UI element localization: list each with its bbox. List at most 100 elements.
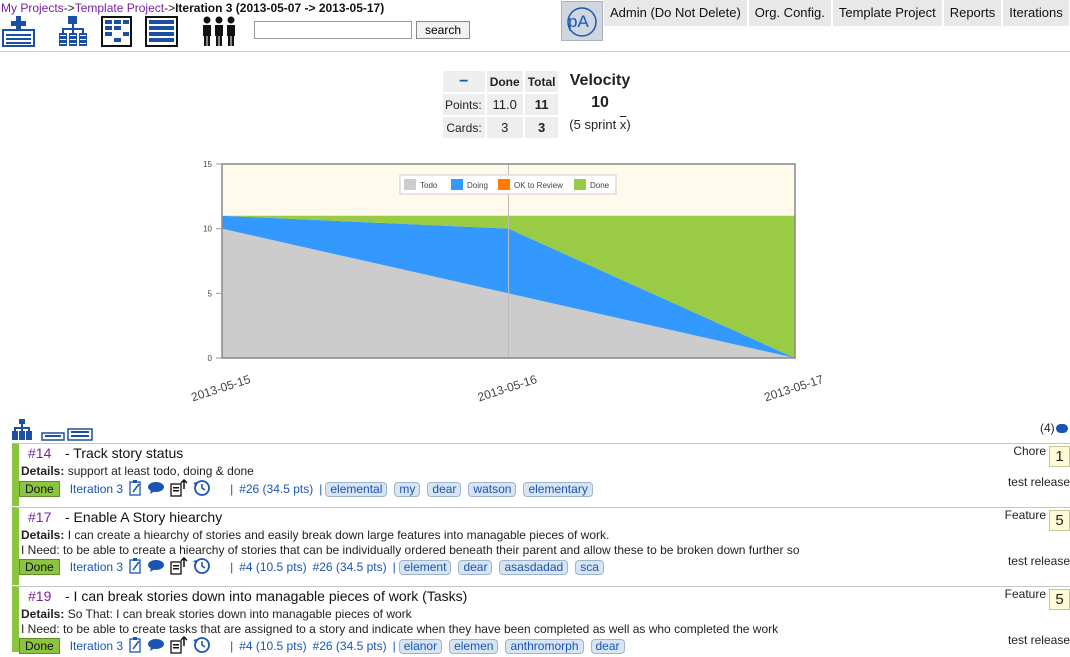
story-action-row: Done Iteration 3 | #4 (10.5 pts) #26 (34.5 p… [19,635,632,657]
y-tick-label: 0 [208,354,213,363]
x-tick-label: 2013-05-17 [762,372,825,404]
hierarchy-icon[interactable] [58,15,88,47]
list-view-icons [12,418,94,445]
story-need: I Need: to be able to create a hiearchy … [21,543,800,557]
iteration-link[interactable]: Iteration 3 [70,482,123,496]
hierarchy-view-icon[interactable] [12,419,32,440]
tag[interactable]: elemen [449,638,499,654]
story-points[interactable]: 5 [1049,510,1070,531]
nav-tab-reports[interactable]: Reports [941,0,1002,26]
comment-count[interactable]: (4) [1040,421,1068,435]
parent-story-link[interactable]: #26 (34.5 pts) [313,560,387,574]
add-story-icon[interactable] [2,14,36,48]
expand-view-icon[interactable] [67,428,93,441]
collapse-stats-button[interactable]: − [442,70,486,93]
story-title: - I can break stories down into managabl… [65,588,468,604]
story-need: I Need: to be able to create tasks that … [21,622,779,636]
story-type: Feature [1004,587,1046,601]
burnup-chart: 0 5 10 15 2013-05-15 2013-05-16 2013-05-17 Todo… [189,160,825,404]
search-input[interactable] [254,21,412,39]
legend-label: OK to Review [514,181,563,190]
nav-tab-template-project[interactable]: Template Project [830,0,942,26]
story-card: #14 - Track story status Details: support … [12,443,1070,506]
parent-story-link[interactable]: #4 (10.5 pts) [239,560,306,574]
story-title: - Enable A Story hiearchy [65,509,223,525]
breadcrumb-my-projects[interactable]: My Projects [1,1,64,15]
add-task-icon[interactable] [170,635,188,657]
history-icon[interactable] [193,479,211,500]
tag[interactable]: dear [590,638,625,654]
stats-points-label: Points: [442,93,486,116]
legend-swatch [404,179,416,190]
tag[interactable]: dear [427,481,462,497]
story-points[interactable]: 1 [1049,446,1070,467]
add-task-icon[interactable] [170,556,188,578]
tag[interactable]: anthromorph [505,638,584,654]
legend-label: Doing [467,181,488,190]
release-label[interactable]: test release [1008,633,1070,647]
add-task-icon[interactable] [170,478,188,500]
comment-icon[interactable] [147,559,165,576]
tag[interactable]: watson [468,481,517,497]
app-logo[interactable]: pA [561,1,603,41]
legend-swatch [574,179,586,190]
history-icon[interactable] [193,636,211,657]
separator: | [230,639,234,653]
velocity-note: (5 sprint x) [569,117,631,132]
edit-icon[interactable] [129,636,142,656]
status-badge[interactable]: Done [19,481,60,497]
breadcrumb: My Projects->Template Project->Iteration… [1,1,384,15]
y-tick-label: 15 [203,160,212,169]
parent-story-link[interactable]: #26 (34.5 pts) [313,639,387,653]
board-icon[interactable] [101,16,132,47]
stats-header-done: Done [485,70,524,93]
tag[interactable]: asasdadad [499,559,569,575]
tag[interactable]: elementary [523,481,593,497]
velocity-title: Velocity [569,72,631,89]
iteration-link[interactable]: Iteration 3 [70,639,123,653]
nav-tab-iterations[interactable]: Iterations [1001,0,1069,26]
release-label[interactable]: test release [1008,475,1070,489]
story-id-link[interactable]: #17 [28,509,51,525]
comment-icon[interactable] [147,481,165,498]
collapse-view-icon[interactable] [41,432,65,441]
header-divider [0,51,1070,52]
status-badge[interactable]: Done [19,559,60,575]
nav-tab-org-config[interactable]: Org. Config. [746,0,831,26]
list-icon[interactable] [145,16,178,47]
separator: | [319,482,323,496]
logo-text: pA [568,12,589,31]
story-id-link[interactable]: #19 [28,588,51,604]
separator: | [230,482,234,496]
breadcrumb-template-project[interactable]: Template Project [75,1,164,15]
tag[interactable]: elemental [325,481,388,497]
stats-cards-total: 3 [523,116,560,139]
people-icon[interactable] [201,16,237,47]
separator: | [230,560,234,574]
separator: | [392,560,396,574]
tag[interactable]: dear [458,559,493,575]
tag[interactable]: my [394,481,421,497]
story-points[interactable]: 5 [1049,589,1070,610]
story-id-link[interactable]: #14 [28,445,51,461]
separator: | [392,639,396,653]
search-button[interactable]: search [416,21,470,39]
edit-icon[interactable] [129,479,142,499]
tag[interactable]: sca [575,559,604,575]
velocity-panel: Velocity 10 (5 sprint x) [560,72,640,132]
iteration-link[interactable]: Iteration 3 [70,560,123,574]
release-label[interactable]: test release [1008,554,1070,568]
tag[interactable]: element [398,559,452,575]
parent-story-link[interactable]: #4 (10.5 pts) [239,639,306,653]
history-icon[interactable] [193,557,211,578]
breadcrumb-separator: -> [63,1,75,15]
story-card: #19 - I can break stories down into manag… [12,586,1070,657]
story-card: #17 - Enable A Story hiearchy Details: I c… [12,507,1070,585]
story-title: - Track story status [65,445,184,461]
edit-icon[interactable] [129,557,142,577]
parent-story-link[interactable]: #26 (34.5 pts) [239,482,313,496]
tag[interactable]: elanor [398,638,443,654]
stats-header-total: Total [523,70,560,93]
nav-tab-admin[interactable]: Admin (Do Not Delete) [604,0,747,26]
story-action-row: Done Iteration 3 | #4 (10.5 pts) #26 (34.5 p… [19,556,611,578]
